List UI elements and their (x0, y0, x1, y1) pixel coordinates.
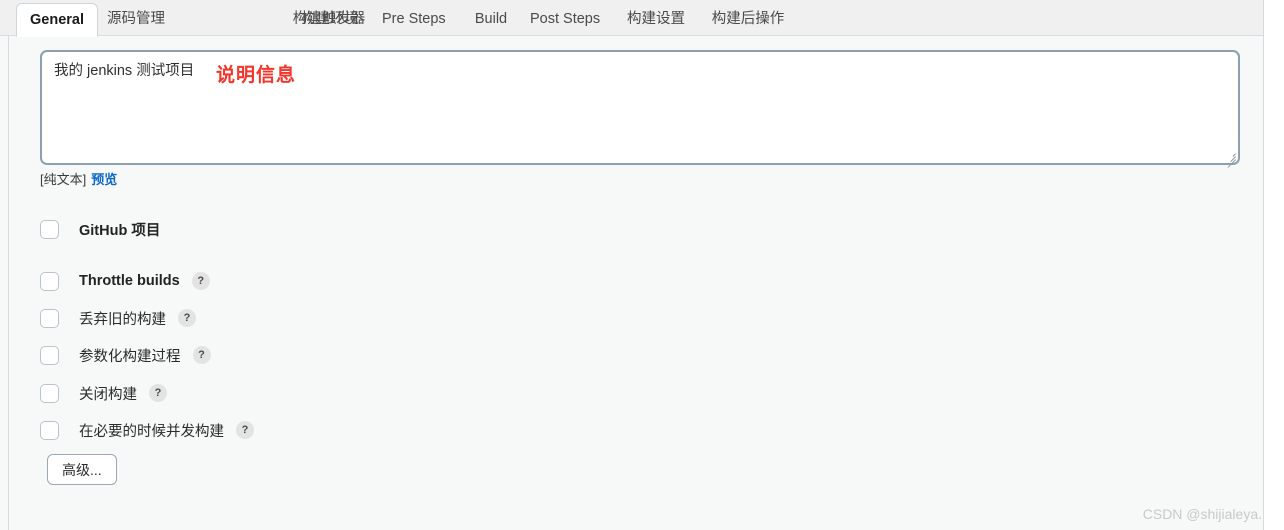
option-label: 关闭构建 (79, 386, 137, 403)
tab-post-steps[interactable]: Post Steps (530, 4, 600, 37)
preview-link[interactable]: 预览 (91, 172, 117, 187)
tab-构建设置[interactable]: 构建设置 (626, 4, 686, 37)
option-label: 丢弃旧的构建 (79, 311, 166, 328)
option-label: GitHub 项目 (79, 222, 161, 239)
help-question-icon[interactable]: ? (192, 346, 211, 364)
tab-pre-steps[interactable]: Pre Steps (382, 4, 446, 37)
checkbox-unchecked-icon[interactable] (40, 383, 59, 403)
option-row[interactable]: Throttle builds? (40, 269, 210, 293)
option-row[interactable]: 丢弃旧的构建? (40, 306, 196, 330)
checkbox-unchecked-icon[interactable] (40, 271, 59, 291)
tab-源码管理[interactable]: 源码管理 (100, 4, 172, 37)
left-divider (8, 36, 9, 530)
option-row[interactable]: 关闭构建? (40, 381, 167, 405)
jenkins-job-config-page: General 源码管理 构建触发器 构建环境 Pre Steps Build Post S… (0, 0, 1284, 530)
option-row[interactable]: 参数化构建过程? (40, 343, 211, 367)
tab-构建后操作[interactable]: 构建后操作 (708, 4, 788, 37)
help-question-icon[interactable]: ? (178, 309, 196, 327)
help-question-icon[interactable]: ? (149, 384, 167, 402)
help-question-icon[interactable]: ? (236, 421, 254, 439)
description-field-wrapper (40, 50, 1240, 168)
page-right-margin (1264, 0, 1284, 530)
description-input[interactable] (40, 50, 1240, 165)
checkbox-unchecked-icon[interactable] (40, 345, 59, 365)
help-question-icon[interactable]: ? (191, 272, 210, 290)
checkbox-unchecked-icon[interactable] (40, 219, 59, 239)
tab-build[interactable]: Build (470, 4, 512, 37)
option-label: 在必要的时候并发构建 (79, 423, 224, 440)
checkbox-unchecked-icon[interactable] (40, 420, 59, 440)
checkbox-unchecked-icon[interactable] (40, 308, 59, 328)
markup-format-label: [纯文本] (40, 172, 87, 187)
advanced-button[interactable]: 高级... (47, 454, 117, 485)
tab-构建环境[interactable]: 构建环境 (294, 4, 366, 37)
option-label: 参数化构建过程 (79, 348, 181, 365)
config-tab-bar: General 源码管理 构建触发器 构建环境 Pre Steps Build Post S… (0, 0, 1264, 37)
tab-general[interactable]: General (16, 3, 98, 37)
option-row[interactable]: GitHub 项目 (40, 217, 160, 241)
option-row[interactable]: 在必要的时候并发构建? (40, 418, 254, 442)
option-label: Throttle builds (79, 273, 180, 289)
markup-format-row: [纯文本] 预览 (40, 169, 117, 188)
